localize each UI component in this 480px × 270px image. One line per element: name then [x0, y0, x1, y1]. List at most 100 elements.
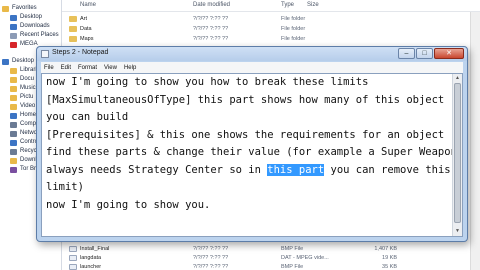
file-date: ?/?/?? ?:?? ?? [193, 264, 229, 270]
editor-text[interactable]: now I'm going to show you how to break t… [46, 74, 457, 214]
vertical-scrollbar[interactable]: ▲ ▼ [452, 74, 462, 236]
minimize-button[interactable]: – [398, 48, 415, 59]
nav-item-label: Video [20, 103, 36, 109]
nav-item-label: Desktop [12, 58, 35, 64]
nav-item[interactable]: Desktop [2, 57, 34, 66]
file-icon [69, 246, 77, 252]
menu-view[interactable]: View [104, 65, 117, 71]
nav-item[interactable]: Pictu [10, 93, 33, 102]
nav-item-icon [10, 67, 17, 74]
nav-item[interactable]: Downl [10, 156, 37, 165]
close-button[interactable]: ✕ [434, 48, 464, 59]
file-type: File folder [281, 36, 306, 42]
nav-item-icon [10, 112, 17, 119]
file-date: ?/?/?? ?:?? ?? [193, 16, 229, 22]
nav-item-icon [10, 23, 17, 30]
file-type: BMP File [281, 264, 304, 270]
file-row[interactable]: Maps ?/?/?? ?:?? ?? File folder [62, 34, 480, 44]
window-title: Steps 2 - Notepad [52, 49, 109, 56]
nav-item[interactable]: MEGA [10, 40, 38, 49]
nav-item[interactable]: Music [10, 84, 36, 93]
nav-item-icon [10, 157, 17, 164]
nav-item-icon [10, 32, 17, 39]
text-editor-area[interactable]: now I'm going to show you how to break t… [41, 73, 463, 237]
maximize-button[interactable]: □ [416, 48, 433, 59]
nav-item[interactable]: Control [10, 138, 39, 147]
text-line: you can build [46, 111, 129, 123]
text-line: limit) [46, 181, 84, 193]
folder-icon [69, 26, 77, 32]
file-row[interactable]: Data ?/?/?? ?:?? ?? File folder [62, 24, 480, 34]
nav-item[interactable]: Desktop [10, 13, 42, 22]
menu-help[interactable]: Help [124, 65, 136, 71]
nav-item[interactable]: Recent Places [10, 31, 59, 40]
menu-file[interactable]: File [44, 65, 54, 71]
nav-item-label: Docu [20, 76, 35, 82]
nav-item-icon [10, 166, 17, 173]
scrollbar-thumb[interactable] [454, 83, 461, 223]
folder-icon [69, 36, 77, 42]
nav-item-label: Recent Places [20, 32, 59, 38]
file-icon [69, 264, 77, 270]
file-date: ?/?/?? ?:?? ?? [193, 26, 229, 32]
nav-item-label: Downl [20, 157, 37, 163]
column-size[interactable]: Size [307, 2, 319, 8]
nav-item-label: Pictu [20, 94, 34, 100]
nav-item-label: Favorites [12, 5, 37, 11]
file-row[interactable]: launcher ?/?/?? ?:?? ?? BMP File 35 KB [62, 262, 480, 270]
text-line: [Prerequisites] & this one shows the req… [46, 128, 445, 141]
selected-text[interactable]: this part [267, 163, 325, 176]
text-line: find these parts & change their value (f… [46, 146, 457, 158]
file-name: launcher [80, 264, 102, 270]
menu-bar: File Edit Format View Help [41, 62, 463, 73]
notepad-app-icon [41, 50, 49, 58]
nav-item[interactable]: Downloads [10, 22, 50, 31]
nav-item-icon [10, 94, 17, 101]
nav-item[interactable]: Recycl [10, 147, 38, 156]
column-name[interactable]: Name [80, 2, 96, 8]
folder-icon [69, 16, 77, 22]
file-name: Art [80, 16, 88, 22]
nav-item-icon [10, 14, 17, 21]
nav-item-icon [10, 85, 17, 92]
file-type: File folder [281, 26, 306, 32]
nav-item-label: MEGA [20, 41, 38, 47]
notepad-titlebar[interactable]: Steps 2 - Notepad – □ ✕ [37, 47, 467, 61]
file-name: Data [80, 26, 92, 32]
file-name: Maps [80, 36, 94, 42]
menu-edit[interactable]: Edit [61, 65, 71, 71]
nav-item-icon [2, 5, 9, 12]
column-type[interactable]: Type [281, 2, 294, 8]
nav-item-icon [10, 130, 17, 137]
text-line: now I'm going to show you how to break t… [46, 76, 369, 88]
text-line: [MaxSimultaneousOfType] this part shows … [46, 93, 445, 106]
text-line: always needs Strategy Center so in this … [46, 163, 451, 176]
scroll-down-arrow-icon[interactable]: ▼ [454, 228, 461, 235]
nav-item-label: Tor Br [20, 166, 37, 172]
nav-item[interactable]: Video [10, 102, 35, 111]
text-line: now I'm going to show you. [46, 198, 211, 211]
file-row[interactable]: Art ?/?/?? ?:?? ?? File folder [62, 14, 480, 24]
nav-item[interactable]: Compu [10, 120, 39, 129]
nav-item-icon [10, 41, 17, 48]
menu-format[interactable]: Format [78, 65, 97, 71]
nav-item-icon [10, 139, 17, 146]
explorer-scrollbar[interactable] [470, 12, 480, 270]
nav-item-icon [10, 103, 17, 110]
nav-item-icon [10, 121, 17, 128]
nav-item[interactable]: Docu [10, 75, 34, 84]
nav-item-icon [10, 76, 17, 83]
notepad-window: Steps 2 - Notepad – □ ✕ File Edit Format… [36, 46, 468, 242]
nav-item-label: Downloads [20, 23, 50, 29]
file-date: ?/?/?? ?:?? ?? [193, 36, 229, 42]
file-list-header: Name Date modified Type Size [62, 0, 480, 12]
nav-item[interactable]: Tor Br [10, 165, 36, 174]
column-date-modified[interactable]: Date modified [193, 2, 230, 8]
file-size: 35 KB [382, 264, 397, 270]
nav-item[interactable]: Favorites [2, 4, 37, 13]
file-icon [69, 255, 77, 261]
nav-item-icon [2, 58, 9, 65]
nav-item-icon [10, 148, 17, 155]
nav-item-label: Desktop [20, 14, 43, 20]
scroll-up-arrow-icon[interactable]: ▲ [454, 75, 461, 82]
